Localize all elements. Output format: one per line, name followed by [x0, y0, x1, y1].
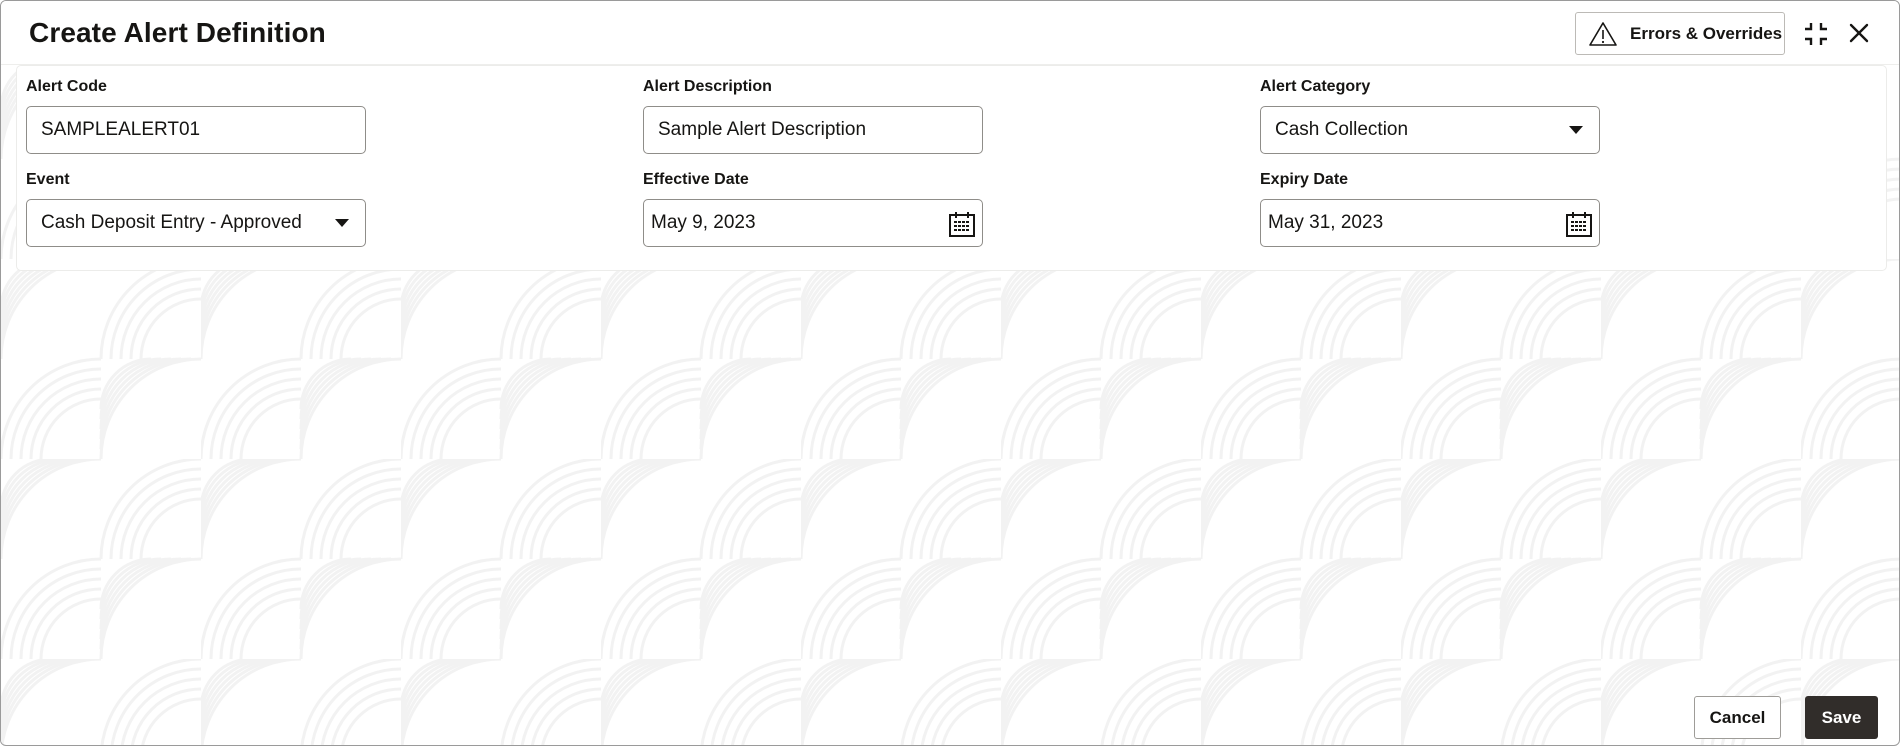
page-title: Create Alert Definition [29, 17, 326, 48]
alert-description-label: Alert Description [643, 78, 772, 95]
warning-triangle-icon [1589, 21, 1617, 46]
alert-category-value: Cash Collection [1275, 119, 1409, 140]
alert-description-field: Alert Description Sample Alert Descripti… [643, 76, 983, 154]
cancel-button[interactable]: Cancel [1694, 696, 1781, 739]
errors-overrides-button[interactable]: Errors & Overrides [1575, 12, 1785, 55]
event-select[interactable]: Cash Deposit Entry - Approved [26, 199, 366, 247]
expiry-date-field: Expiry Date May 31, 2023 [1260, 169, 1600, 247]
alert-form-panel: Alert Code SAMPLEALERT01 Alert Descripti… [16, 65, 1887, 271]
alert-code-field: Alert Code SAMPLEALERT01 [26, 76, 366, 154]
effective-date-label: Effective Date [643, 171, 749, 188]
errors-overrides-label: Errors & Overrides [1630, 23, 1783, 43]
expiry-date-input[interactable]: May 31, 2023 [1260, 199, 1600, 247]
alert-category-field: Alert Category Cash Collection [1260, 76, 1600, 154]
create-alert-definition-dialog: Create Alert Definition Errors & Overrid… [0, 0, 1900, 746]
alert-description-value: Sample Alert Description [658, 119, 867, 140]
close-icon[interactable] [1846, 20, 1872, 46]
dialog-header: Create Alert Definition Errors & Overrid… [1, 1, 1899, 65]
alert-category-label: Alert Category [1260, 78, 1371, 95]
effective-date-field: Effective Date May 9, 2023 [643, 169, 983, 247]
alert-code-label: Alert Code [26, 78, 107, 95]
event-label: Event [26, 171, 70, 188]
effective-date-input[interactable]: May 9, 2023 [643, 199, 983, 247]
calendar-icon[interactable] [1565, 210, 1593, 238]
alert-description-input[interactable]: Sample Alert Description [643, 106, 983, 154]
expiry-date-value: May 31, 2023 [1268, 212, 1384, 233]
event-field: Event Cash Deposit Entry - Approved [26, 169, 366, 247]
collapse-icon[interactable] [1801, 19, 1831, 49]
save-button[interactable]: Save [1805, 696, 1878, 739]
effective-date-value: May 9, 2023 [651, 212, 756, 233]
alert-code-input[interactable]: SAMPLEALERT01 [26, 106, 366, 154]
event-value: Cash Deposit Entry - Approved [41, 212, 302, 233]
expiry-date-label: Expiry Date [1260, 171, 1349, 188]
chevron-down-icon[interactable] [1569, 126, 1583, 134]
calendar-icon[interactable] [948, 210, 976, 238]
alert-code-value: SAMPLEALERT01 [41, 119, 201, 140]
alert-category-select[interactable]: Cash Collection [1260, 106, 1600, 154]
chevron-down-icon[interactable] [335, 219, 349, 227]
